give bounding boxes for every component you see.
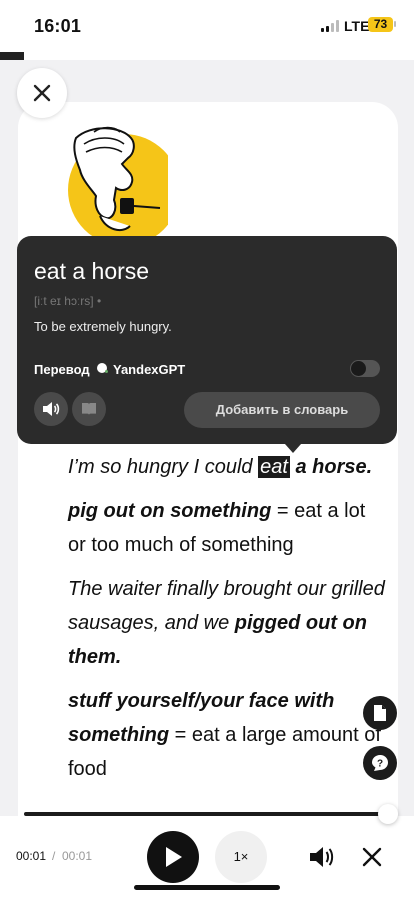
network-label: LTE — [344, 18, 370, 34]
selected-word[interactable]: eat — [258, 456, 290, 478]
svg-text:?: ? — [377, 759, 383, 770]
book-icon — [82, 403, 96, 415]
speaker-icon — [43, 402, 60, 416]
battery-tip — [394, 21, 396, 27]
definition-3: stuff yourself/your face with something … — [68, 684, 388, 786]
play-button[interactable] — [147, 831, 199, 883]
translation-provider: YandexGPT — [113, 362, 186, 377]
pronounce-button[interactable] — [34, 392, 68, 426]
document-button[interactable] — [363, 696, 397, 730]
volume-icon[interactable] — [308, 843, 336, 871]
close-icon — [33, 84, 51, 102]
add-to-dictionary-button[interactable]: Добавить в словарь — [184, 392, 380, 428]
current-time: 00:01 — [16, 849, 47, 863]
help-chat-icon: ? — [372, 755, 388, 771]
document-icon — [374, 705, 386, 721]
playback-speed-button[interactable]: 1× — [215, 831, 267, 883]
battery-icon: 73 — [368, 17, 393, 32]
example-sentence-2: The waiter finally brought our grilled s… — [68, 572, 388, 674]
example-bold-text: a horse. — [289, 456, 373, 478]
popup-pointer — [285, 444, 301, 453]
definition-2: pig out on something = eat a lot or too … — [68, 494, 388, 562]
status-bar: 16:01 LTE 73 — [0, 0, 414, 52]
close-player-icon[interactable] — [360, 845, 384, 869]
popup-definition: To be extremely hungry. — [34, 319, 172, 334]
yandexgpt-logo-accent — [105, 370, 108, 373]
play-icon — [166, 847, 182, 867]
signal-icon — [321, 20, 341, 32]
illustration — [68, 126, 168, 238]
top-progress-strip — [0, 52, 24, 60]
close-button[interactable] — [17, 68, 67, 118]
status-time: 16:01 — [34, 16, 82, 36]
time-separator: / — [52, 849, 56, 863]
term-pig-out[interactable]: pig out on something — [68, 500, 271, 522]
example-text: I’m so hungry I could — [68, 456, 259, 478]
translation-label: Перевод — [34, 362, 90, 377]
home-indicator — [134, 885, 280, 890]
dictionary-popup: eat a horse [iːt eɪ hɔːrs] • To be extre… — [17, 236, 397, 444]
example-sentence-1: I’m so hungry I could eat a horse. — [68, 450, 388, 484]
audio-progress-knob[interactable] — [378, 804, 398, 824]
translation-toggle-knob[interactable] — [351, 361, 366, 376]
help-chat-button[interactable]: ? — [363, 746, 397, 780]
duration: 00:01 — [62, 849, 93, 863]
article-content: I’m so hungry I could eat a horse. pig o… — [68, 450, 388, 796]
dictionary-book-button[interactable] — [72, 392, 106, 426]
popup-word: eat a horse — [34, 258, 150, 284]
popup-phonetic: [iːt eɪ hɔːrs] • — [34, 294, 102, 308]
